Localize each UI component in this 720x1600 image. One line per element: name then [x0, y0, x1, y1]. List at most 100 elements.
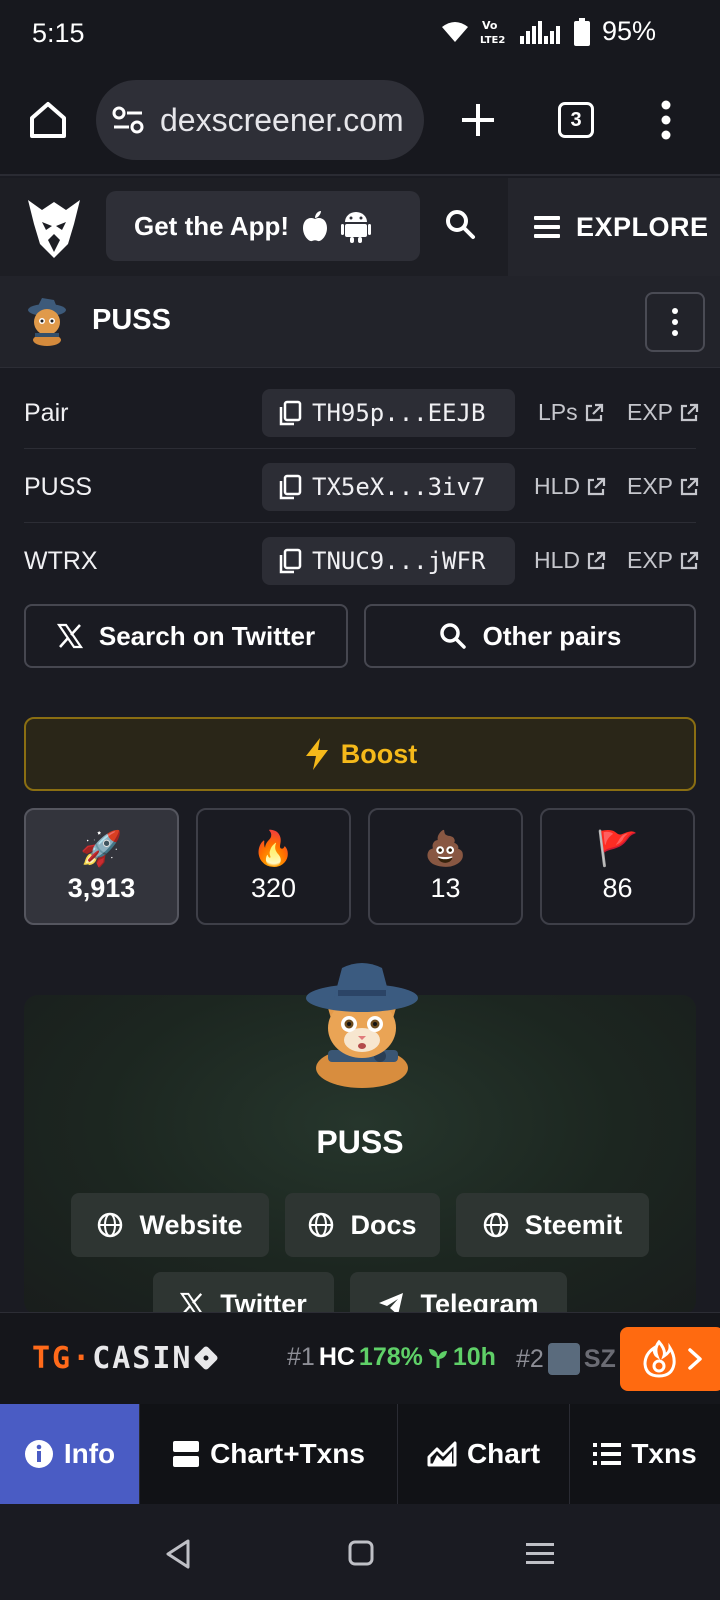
docs-link-button[interactable]: Docs	[285, 1193, 440, 1257]
tab-chart-txns-label: Chart+Txns	[210, 1438, 365, 1469]
get-app-label: Get the App!	[134, 210, 290, 241]
explorer-link[interactable]: EXP	[627, 473, 699, 500]
copy-icon	[279, 400, 302, 426]
reaction-count: 320	[250, 873, 297, 903]
website-link-button[interactable]: Website	[71, 1193, 269, 1257]
reaction-count: 3,913	[67, 873, 136, 903]
system-navigation-bar	[0, 1504, 720, 1600]
ticker-token-icon	[547, 1343, 580, 1375]
tab-chart-txns[interactable]: Chart+Txns	[140, 1404, 398, 1504]
home-nav-icon[interactable]	[348, 1540, 374, 1566]
token-avatar	[28, 298, 66, 346]
site-settings-icon[interactable]	[112, 106, 144, 134]
holders-link[interactable]: HLD	[534, 473, 606, 500]
dice-icon	[194, 1346, 217, 1370]
x-logo-icon	[56, 623, 83, 649]
recents-icon[interactable]	[526, 1542, 554, 1566]
dexscreener-logo-icon[interactable]	[26, 194, 82, 260]
external-link-icon	[585, 403, 603, 421]
external-link-icon	[680, 551, 699, 569]
address-label: Pair	[24, 399, 69, 427]
address-value: TNUC9...jWFR	[312, 547, 486, 575]
boost-button[interactable]: Boost	[24, 717, 696, 791]
tab-info-label: Info	[63, 1438, 116, 1469]
trending-ticker: TG·CASIN #1 HC 178% 10h #2 SZ	[0, 1312, 720, 1404]
browser-toolbar: dexscreener.com 3	[0, 68, 720, 176]
search-icon	[439, 623, 466, 649]
bottom-tab-bar: Info Chart+Txns Chart Txns	[0, 1404, 720, 1504]
explorer-link[interactable]: EXP	[627, 547, 699, 574]
new-tab-icon[interactable]	[456, 98, 500, 142]
other-pairs-button[interactable]: Other pairs	[364, 604, 696, 668]
tab-chart-label: Chart	[466, 1438, 541, 1469]
status-icons: Vo LTE2 95%	[440, 16, 656, 47]
list-icon	[593, 1443, 622, 1465]
lightning-icon	[305, 738, 328, 770]
reaction-poop-button[interactable]: 💩 13	[368, 808, 523, 925]
tab-info[interactable]: Info	[0, 1404, 140, 1504]
address-label: PUSS	[24, 473, 93, 501]
external-link-icon	[680, 477, 699, 495]
card-title: PUSS	[316, 1124, 404, 1160]
website-label: Website	[139, 1209, 243, 1240]
sprout-icon	[428, 1348, 447, 1368]
signal-icon	[519, 20, 560, 44]
trending-hot-button[interactable]	[620, 1327, 720, 1391]
tab-txns[interactable]: Txns	[570, 1404, 720, 1504]
rocket-icon: 🚀	[80, 830, 123, 868]
copy-address-button[interactable]: TNUC9...jWFR	[262, 537, 515, 585]
tab-switcher-button[interactable]: 3	[558, 102, 594, 138]
docs-label: Docs	[350, 1209, 417, 1240]
search-twitter-button[interactable]: Search on Twitter	[24, 604, 348, 668]
poop-icon: 💩	[424, 830, 467, 868]
search-twitter-label: Search on Twitter	[98, 620, 316, 651]
globe-icon	[483, 1212, 508, 1238]
globe-icon	[98, 1212, 123, 1238]
address-row-pair: Pair TH95p...EEJB LPs EXP	[24, 375, 699, 449]
fire-icon: 🔥	[252, 830, 295, 868]
reaction-fire-button[interactable]: 🔥 320	[196, 808, 351, 925]
tab-chart[interactable]: Chart	[398, 1404, 570, 1504]
battery-icon	[573, 17, 590, 46]
search-icon[interactable]	[444, 208, 476, 240]
address-bar[interactable]: dexscreener.com	[96, 80, 424, 160]
info-icon	[24, 1440, 53, 1468]
lps-link[interactable]: LPs	[538, 399, 604, 426]
browser-menu-icon[interactable]	[660, 100, 672, 140]
tg-casino-ad[interactable]: TG·CASIN	[32, 1341, 219, 1376]
explore-button[interactable]: EXPLORE	[508, 178, 720, 276]
tab-txns-label: Txns	[631, 1438, 697, 1469]
hamburger-icon	[534, 216, 560, 238]
copy-address-button[interactable]: TH95p...EEJB	[262, 389, 515, 437]
get-app-button[interactable]: Get the App!	[106, 191, 420, 261]
copy-address-button[interactable]: TX5eX...3iv7	[262, 463, 515, 511]
battery-percent: 95%	[601, 16, 656, 46]
status-time: 5:15	[32, 18, 85, 48]
home-icon[interactable]	[26, 98, 70, 142]
steemit-link-button[interactable]: Steemit	[456, 1193, 649, 1257]
apple-icon	[303, 211, 328, 242]
red-flag-icon: 🚩	[596, 830, 639, 868]
reaction-rocket-button[interactable]: 🚀 3,913	[24, 808, 179, 925]
token-more-button[interactable]	[645, 292, 705, 352]
external-link-icon	[587, 551, 606, 569]
token-header: PUSS	[0, 276, 720, 368]
explorer-link[interactable]: EXP	[627, 399, 699, 426]
token-logo	[306, 963, 418, 1088]
status-bar: 5:15 Vo LTE2 95%	[0, 0, 720, 68]
url-text[interactable]: dexscreener.com	[160, 102, 404, 139]
copy-icon	[279, 474, 302, 500]
split-layout-icon	[173, 1441, 200, 1467]
steemit-label: Steemit	[524, 1209, 623, 1240]
reaction-flag-button[interactable]: 🚩 86	[540, 808, 695, 925]
volte-icon: Vo LTE2	[480, 19, 505, 46]
external-link-icon	[587, 477, 606, 495]
back-icon[interactable]	[164, 1538, 192, 1570]
holders-link[interactable]: HLD	[534, 547, 606, 574]
address-label: WTRX	[24, 547, 98, 575]
address-value: TX5eX...3iv7	[312, 473, 486, 501]
ticker-item-2[interactable]: #2 SZ	[516, 1343, 616, 1375]
ticker-item-1[interactable]: #1 HC 178% 10h	[287, 1343, 496, 1372]
address-row-quote: WTRX TNUC9...jWFR HLD EXP	[24, 523, 699, 597]
svg-text:Vo: Vo	[482, 19, 498, 32]
